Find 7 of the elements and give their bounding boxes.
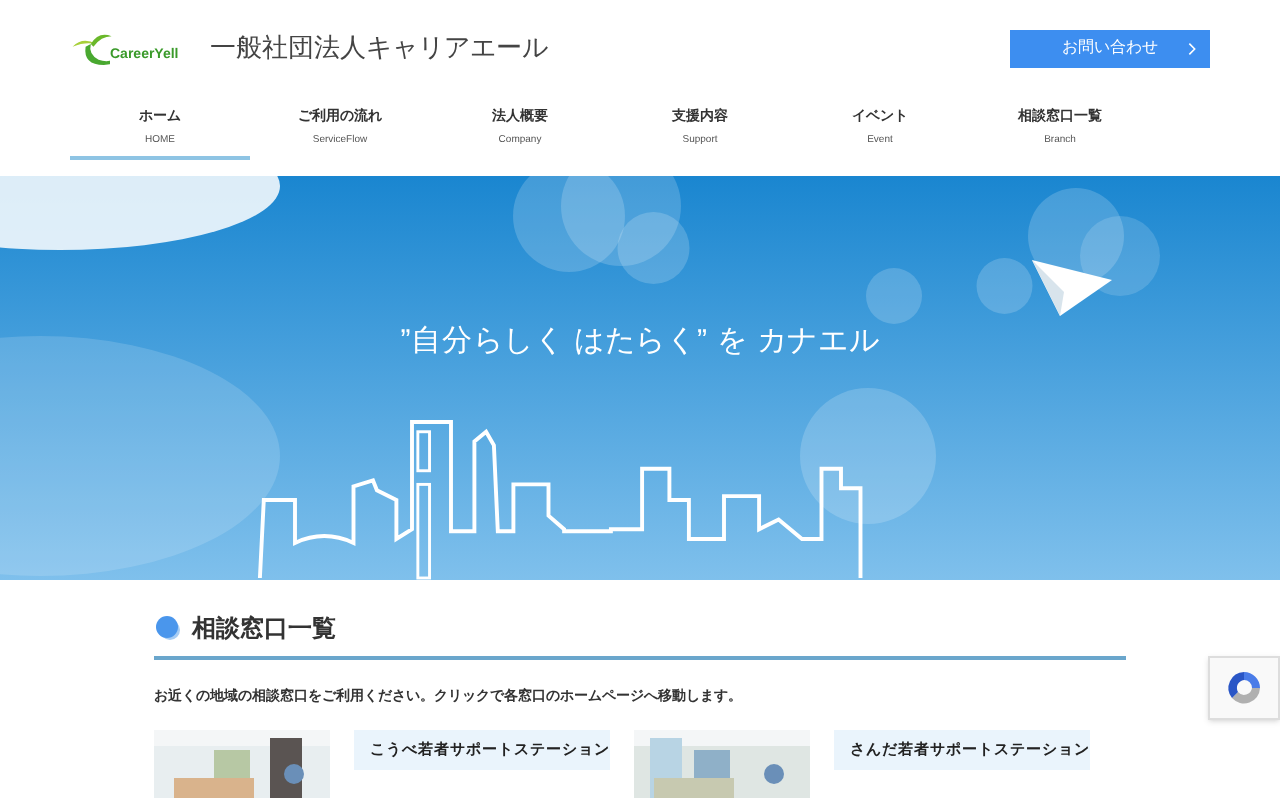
recaptcha-icon	[1224, 668, 1264, 708]
hero-tagline: ”自分らしく はたらく” を カナエル	[400, 322, 880, 362]
chevron-icon	[1188, 41, 1196, 55]
site-title: 一般社団法人キャリアエール	[210, 30, 548, 67]
section-title: 相談窓口一覧	[192, 612, 336, 646]
bubble-icon	[154, 614, 182, 642]
paper-plane-icon	[1032, 260, 1112, 316]
